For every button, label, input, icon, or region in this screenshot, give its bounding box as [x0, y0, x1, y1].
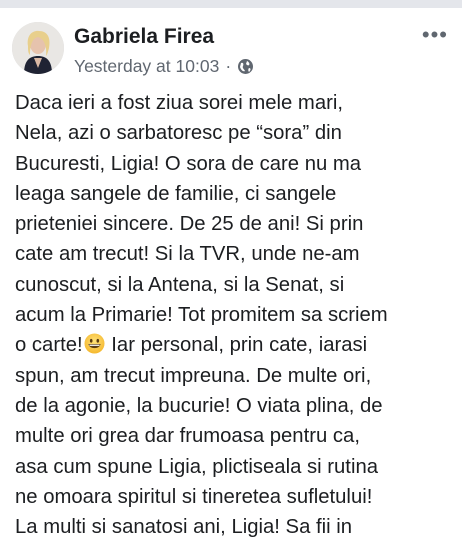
post-text-line: Bucuresti, Ligia! O sora de care nu ma	[15, 152, 362, 175]
post-text-line: Nela, azi o sarbatoresc pe “sora” din	[15, 122, 342, 145]
post-text-line: Daca ieri a fost ziua sorei mele mari,	[15, 92, 343, 114]
meta-separator: ·	[225, 56, 232, 76]
author-avatar[interactable]	[12, 22, 64, 74]
post-text-line: ne omoara spiritul si tineretea sufletul…	[15, 485, 373, 508]
more-options-icon[interactable]: •••	[422, 24, 448, 46]
feed-divider	[0, 0, 462, 8]
post-timestamp[interactable]: Yesterday at 10:03	[74, 56, 219, 77]
post-text-line: La multi si sanatosi ani, Ligia! Sa fii …	[15, 516, 353, 539]
post-text-line: cunoscut, si la Antena, si la Senat, si	[15, 273, 345, 296]
post-text: Daca ieri a fost ziua sorei mele mari, N…	[15, 88, 455, 542]
post-text-line: leaga sangele de familie, ci sangele	[15, 182, 337, 205]
post-text-line: acum la Primarie! Tot promitem sa scriem	[15, 304, 388, 327]
grinning-face-emoji-icon	[84, 333, 105, 354]
post-text-line: spun, am trecut impreuna. De multe ori,	[15, 364, 372, 387]
post-meta: Yesterday at 10:03 ·	[74, 56, 254, 77]
post-text-line: prieteniei sincere. De 25 de ani! Si pri…	[15, 213, 364, 236]
globe-icon[interactable]	[237, 58, 254, 75]
post-text-line: de la agonie, la bucurie! O viata plina,…	[15, 394, 383, 417]
post-text-line: multe ori grea dar frumoasa pentru ca,	[15, 425, 360, 448]
post-header: Gabriela Firea Yesterday at 10:03 · •••	[12, 22, 452, 82]
avatar-image	[12, 22, 64, 74]
post-text-line: cate am trecut! Si la TVR, unde ne-am	[15, 243, 360, 266]
post-text-segment: o carte!	[15, 334, 83, 357]
post-text-line-with-emoji: o carte! Iar personal, prin cate, iarasi	[15, 330, 455, 360]
post-text-line: asa cum spune Ligia, plictiseala si ruti…	[15, 455, 379, 478]
author-name[interactable]: Gabriela Firea	[74, 25, 214, 49]
post-text-segment: Iar personal, prin cate, iarasi	[105, 334, 368, 357]
